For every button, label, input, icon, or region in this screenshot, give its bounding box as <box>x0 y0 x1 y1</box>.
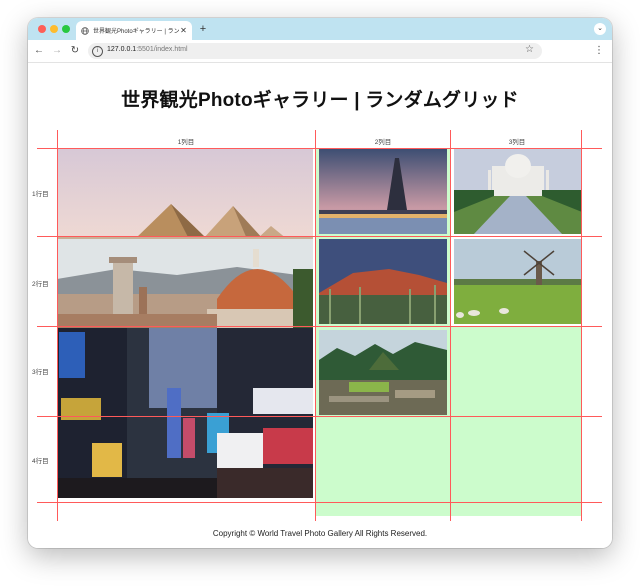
address-url: 127.0.0.1:5501/index.html <box>107 46 188 53</box>
row-label-1: 1行目 <box>32 191 49 198</box>
grid-line-horizontal <box>37 236 602 237</box>
address-bar[interactable]: i 127.0.0.1:5501/index.html ☆ <box>88 43 542 59</box>
column-label-2: 2列目 <box>374 139 392 146</box>
photo-grid: 1列目 2列目 3列目 1行目 2行目 3行目 4行目 <box>32 130 602 521</box>
tab-search-chevron-icon[interactable]: ⌄ <box>594 23 606 35</box>
florence-cathedral-photo <box>57 239 313 328</box>
address-path: :5501/index.html <box>136 46 188 53</box>
bookmark-star-icon[interactable]: ☆ <box>525 44 534 55</box>
taj-mahal-photo <box>454 148 582 234</box>
column-label-3: 3列目 <box>508 139 526 146</box>
grid-line-vertical <box>450 130 451 521</box>
new-tab-button[interactable]: + <box>196 21 210 37</box>
back-arrow-icon[interactable]: ← <box>32 44 46 58</box>
row-label-3: 3行目 <box>32 369 49 376</box>
grid-line-vertical <box>57 130 58 521</box>
grid-line-vertical <box>581 130 582 521</box>
row-label-4: 4行目 <box>32 458 49 465</box>
pyramids-photo <box>57 148 313 239</box>
tab-bar: 世界観光Photoギャラリー | ラン... ✕ + ⌄ <box>28 18 612 40</box>
address-host: 127.0.0.1 <box>107 46 137 53</box>
tab-close-icon[interactable]: ✕ <box>179 26 188 35</box>
red-mountain-photo <box>319 239 447 324</box>
windmill-meadow-photo <box>454 239 582 324</box>
times-square-photo <box>57 328 313 498</box>
forward-arrow-icon[interactable]: → <box>50 44 64 58</box>
page-footer: Copyright © World Travel Photo Gallery A… <box>212 529 428 538</box>
column-label-1: 1列目 <box>177 139 195 146</box>
row-label-2: 2行目 <box>32 281 49 288</box>
machu-picchu-photo <box>319 330 447 415</box>
reload-icon[interactable]: ↻ <box>68 44 82 58</box>
grid-line-horizontal <box>37 148 602 149</box>
zoom-window-button[interactable] <box>62 25 70 33</box>
grid-line-horizontal <box>37 502 602 503</box>
grid-line-horizontal <box>37 416 602 417</box>
page-content: 世界観光Photoギャラリー | ランダムグリッド 1列目 2列目 3列目 1行… <box>28 63 612 548</box>
browser-window: 世界観光Photoギャラリー | ラン... ✕ + ⌄ ← → ↻ i 127… <box>28 18 612 548</box>
grid-line-vertical <box>315 130 316 521</box>
grid-line-horizontal <box>37 326 602 327</box>
page-title: 世界観光Photoギャラリー | ランダムグリッド <box>121 90 519 111</box>
eiffel-tower-photo <box>319 148 447 234</box>
browser-toolbar: ← → ↻ i 127.0.0.1:5501/index.html ☆ ⋮ <box>28 40 612 63</box>
site-info-icon[interactable]: i <box>92 46 103 57</box>
close-window-button[interactable] <box>38 25 46 33</box>
tab-title: 世界観光Photoギャラリー | ラン... <box>93 29 179 35</box>
empty-column-3-cell <box>451 327 582 516</box>
browser-menu-icon[interactable]: ⋮ <box>594 44 604 58</box>
browser-tab[interactable]: 世界観光Photoギャラリー | ラン... ✕ <box>76 21 192 40</box>
minimize-window-button[interactable] <box>50 25 58 33</box>
globe-icon <box>81 26 89 35</box>
